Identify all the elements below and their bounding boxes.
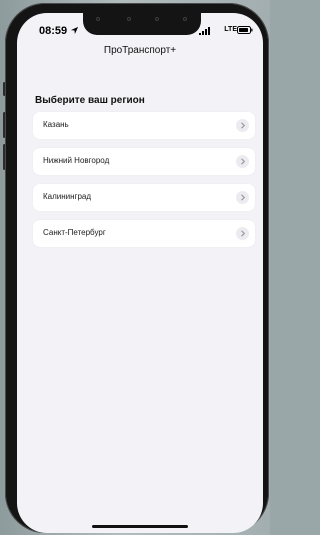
battery-icon xyxy=(237,26,253,34)
notch-sensor-icon xyxy=(155,17,159,21)
region-item-kaliningrad[interactable]: Калининград xyxy=(33,184,255,211)
region-item-label: Нижний Новгород xyxy=(43,156,110,165)
status-time: 08:59 xyxy=(39,25,68,37)
chevron-right-icon xyxy=(236,191,249,204)
status-bar: 08:59 LTE xyxy=(17,13,263,41)
notch-sensor-icon xyxy=(96,17,100,21)
app-title: ПроТранспорт+ xyxy=(103,45,177,56)
region-item-kazan[interactable]: Казань xyxy=(33,112,255,139)
region-item-label: Казань xyxy=(43,120,69,129)
region-item-saint-petersburg[interactable]: Санкт-Петербург xyxy=(33,220,255,247)
chevron-right-icon xyxy=(236,227,249,240)
phone-frame: 08:59 LTE ПроТранспорт+ Выберите ваш рег… xyxy=(5,3,269,533)
app-screen: 08:59 LTE ПроТранспорт+ Выберите ваш рег… xyxy=(17,13,263,533)
region-heading: Выберите ваш регион xyxy=(35,95,145,106)
network-type: LTE xyxy=(224,26,237,33)
home-indicator[interactable] xyxy=(92,525,188,528)
region-list: Казань Нижний Новгород Калининград Санкт… xyxy=(33,112,255,256)
chevron-right-icon xyxy=(236,119,249,132)
location-arrow-icon xyxy=(70,26,79,35)
notch xyxy=(83,13,201,35)
signal-bars-icon xyxy=(199,27,210,35)
chevron-right-icon xyxy=(236,155,249,168)
region-item-nizhny-novgorod[interactable]: Нижний Новгород xyxy=(33,148,255,175)
notch-camera-icon xyxy=(183,17,187,21)
region-item-label: Калининград xyxy=(43,192,92,201)
notch-sensor-icon xyxy=(127,17,131,21)
region-item-label: Санкт-Петербург xyxy=(43,228,106,237)
